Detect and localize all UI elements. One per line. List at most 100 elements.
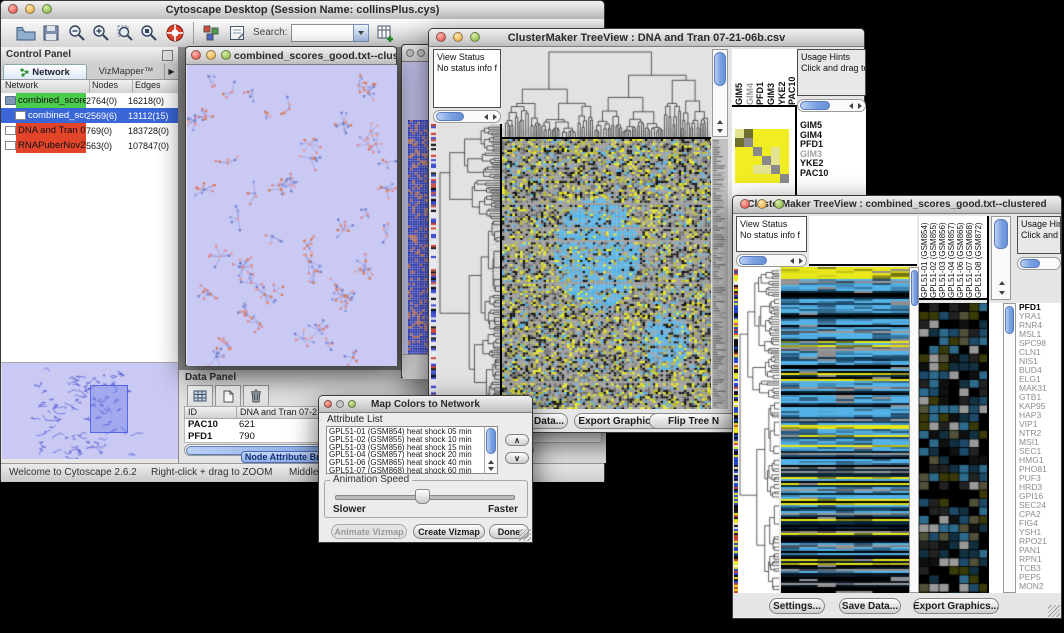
matrix-cell[interactable]: [735, 147, 744, 156]
search-input[interactable]: [291, 24, 355, 42]
settings-button[interactable]: Settings...: [769, 598, 825, 614]
vscroll-thumb[interactable]: [714, 52, 726, 86]
close-icon[interactable]: [406, 49, 414, 57]
matrix-cell[interactable]: [762, 138, 771, 147]
scroll-up-icon[interactable]: [999, 281, 1005, 285]
animate-vizmap-button[interactable]: Animate Vizmap: [331, 524, 407, 539]
matrix-cell[interactable]: [780, 138, 789, 147]
scroll-right-icon[interactable]: [858, 103, 862, 109]
save-session-button[interactable]: [41, 23, 61, 43]
matrix-cell[interactable]: [780, 174, 789, 183]
dialog-titlebar[interactable]: Map Colors to Network: [319, 396, 532, 413]
search-dropdown-button[interactable]: [353, 24, 369, 42]
help-lifering-icon[interactable]: [164, 22, 186, 44]
matrix-cell[interactable]: [744, 129, 753, 138]
resize-grip[interactable]: [1048, 605, 1060, 617]
scroll-right-icon[interactable]: [799, 258, 803, 264]
network-row[interactable]: combined_scores2764(0)16218(0): [1, 93, 178, 108]
close-icon[interactable]: [740, 199, 750, 209]
treeview2-titlebar[interactable]: ClusterMaker TreeView : combined_scores_…: [733, 196, 1061, 214]
zoom-window-icon[interactable]: [221, 50, 231, 60]
scroll-right-icon[interactable]: [493, 114, 497, 120]
zoom-selected-icon[interactable]: [115, 23, 135, 43]
matrix-cell[interactable]: [762, 165, 771, 174]
matrix-cell[interactable]: [744, 165, 753, 174]
matrix-cell[interactable]: [735, 138, 744, 147]
tab-overflow-button[interactable]: ▶: [164, 64, 178, 79]
col-nodes[interactable]: Nodes: [90, 80, 133, 93]
tv2-row-dendrogram[interactable]: [738, 267, 779, 593]
hscroll-thumb[interactable]: [1020, 259, 1040, 268]
tv2-labels-vscrollbar[interactable]: [991, 216, 1011, 300]
create-vizmap-button[interactable]: Create Vizmap: [413, 524, 485, 539]
attribute-item[interactable]: GPL51-07 (GSM868) heat shock 60 min: [329, 467, 495, 474]
minimize-icon[interactable]: [757, 199, 767, 209]
network-canvas[interactable]: [187, 65, 397, 366]
matrix-cell[interactable]: [753, 174, 762, 183]
tv1-vscrollbar[interactable]: [712, 49, 728, 137]
new-attribute-icon[interactable]: [215, 385, 241, 407]
scroll-down-icon[interactable]: [717, 129, 723, 133]
matrix-cell[interactable]: [771, 129, 780, 138]
matrix-cell[interactable]: [780, 156, 789, 165]
tv2-right-hscrollbar[interactable]: [1017, 257, 1061, 270]
tv2-genes-vscrollbar[interactable]: [1003, 303, 1016, 593]
data-col-id[interactable]: ID: [185, 407, 237, 418]
matrix-cell[interactable]: [762, 147, 771, 156]
zoom-in-icon[interactable]: [91, 23, 111, 43]
save-data-button[interactable]: Save Data...: [839, 598, 901, 614]
matrix-cell[interactable]: [735, 156, 744, 165]
tv1-col-dendrogram[interactable]: [502, 49, 711, 139]
move-down-button[interactable]: ∨: [505, 452, 529, 464]
close-icon[interactable]: [191, 50, 201, 60]
annotation-icon[interactable]: [227, 23, 247, 43]
matrix-cell[interactable]: [753, 138, 762, 147]
gene-label[interactable]: PAC10: [800, 169, 866, 179]
matrix-cell[interactable]: [771, 138, 780, 147]
float-panel-icon[interactable]: [162, 50, 173, 61]
zoom-window-icon[interactable]: [470, 32, 480, 42]
matrix-cell[interactable]: [753, 129, 762, 138]
network-overview-panel[interactable]: [2, 363, 178, 459]
scroll-down-icon[interactable]: [488, 467, 494, 471]
minimize-icon[interactable]: [453, 32, 463, 42]
zoom-fit-icon[interactable]: [139, 23, 159, 43]
attribute-table-icon[interactable]: [375, 23, 395, 43]
hscroll-thumb[interactable]: [436, 112, 464, 121]
matrix-cell[interactable]: [744, 147, 753, 156]
window-controls[interactable]: [8, 4, 52, 14]
tv2-zoom-heatmap[interactable]: [919, 303, 989, 593]
table-grid-icon[interactable]: [187, 385, 213, 407]
col-network[interactable]: Network: [1, 80, 90, 93]
network-row[interactable]: DNA and Tran 07769(0)183728(0): [1, 123, 178, 138]
matrix-cell[interactable]: [771, 165, 780, 174]
vscroll-thumb[interactable]: [486, 428, 496, 454]
zoom-window-icon[interactable]: [774, 199, 784, 209]
matrix-cell[interactable]: [735, 174, 744, 183]
tab-network[interactable]: Network: [3, 64, 87, 79]
hscroll-thumb[interactable]: [739, 256, 767, 265]
minimize-icon[interactable]: [417, 49, 425, 57]
scroll-left-icon[interactable]: [790, 258, 794, 264]
close-icon[interactable]: [8, 4, 18, 14]
matrix-cell[interactable]: [762, 174, 771, 183]
close-icon[interactable]: [436, 32, 446, 42]
animation-slider-thumb[interactable]: [415, 489, 430, 504]
attribute-item[interactable]: GPL51-06 (GSM865) heat shock 40 min: [329, 459, 495, 467]
matrix-cell[interactable]: [780, 129, 789, 138]
tv2-heatmap[interactable]: [781, 267, 909, 593]
attribute-item[interactable]: GPL51-01 (GSM854) heat shock 05 min: [329, 428, 495, 436]
zoom-out-icon[interactable]: [67, 23, 87, 43]
scroll-up-icon[interactable]: [717, 120, 723, 124]
gene-label[interactable]: MON2: [1019, 582, 1061, 591]
tv1-heatmap[interactable]: [502, 139, 711, 409]
zoom-window-icon[interactable]: [42, 4, 52, 14]
matrix-cell[interactable]: [771, 156, 780, 165]
vscroll-thumb[interactable]: [994, 219, 1008, 249]
col-edges[interactable]: Edges: [133, 80, 161, 93]
matrix-cell[interactable]: [771, 174, 780, 183]
main-titlebar[interactable]: Cytoscape Desktop (Session Name: collins…: [1, 1, 604, 20]
attribute-item[interactable]: GPL51-02 (GSM855) heat shock 10 min: [329, 436, 495, 444]
matrix-cell[interactable]: [753, 156, 762, 165]
matrix-cell[interactable]: [762, 129, 771, 138]
